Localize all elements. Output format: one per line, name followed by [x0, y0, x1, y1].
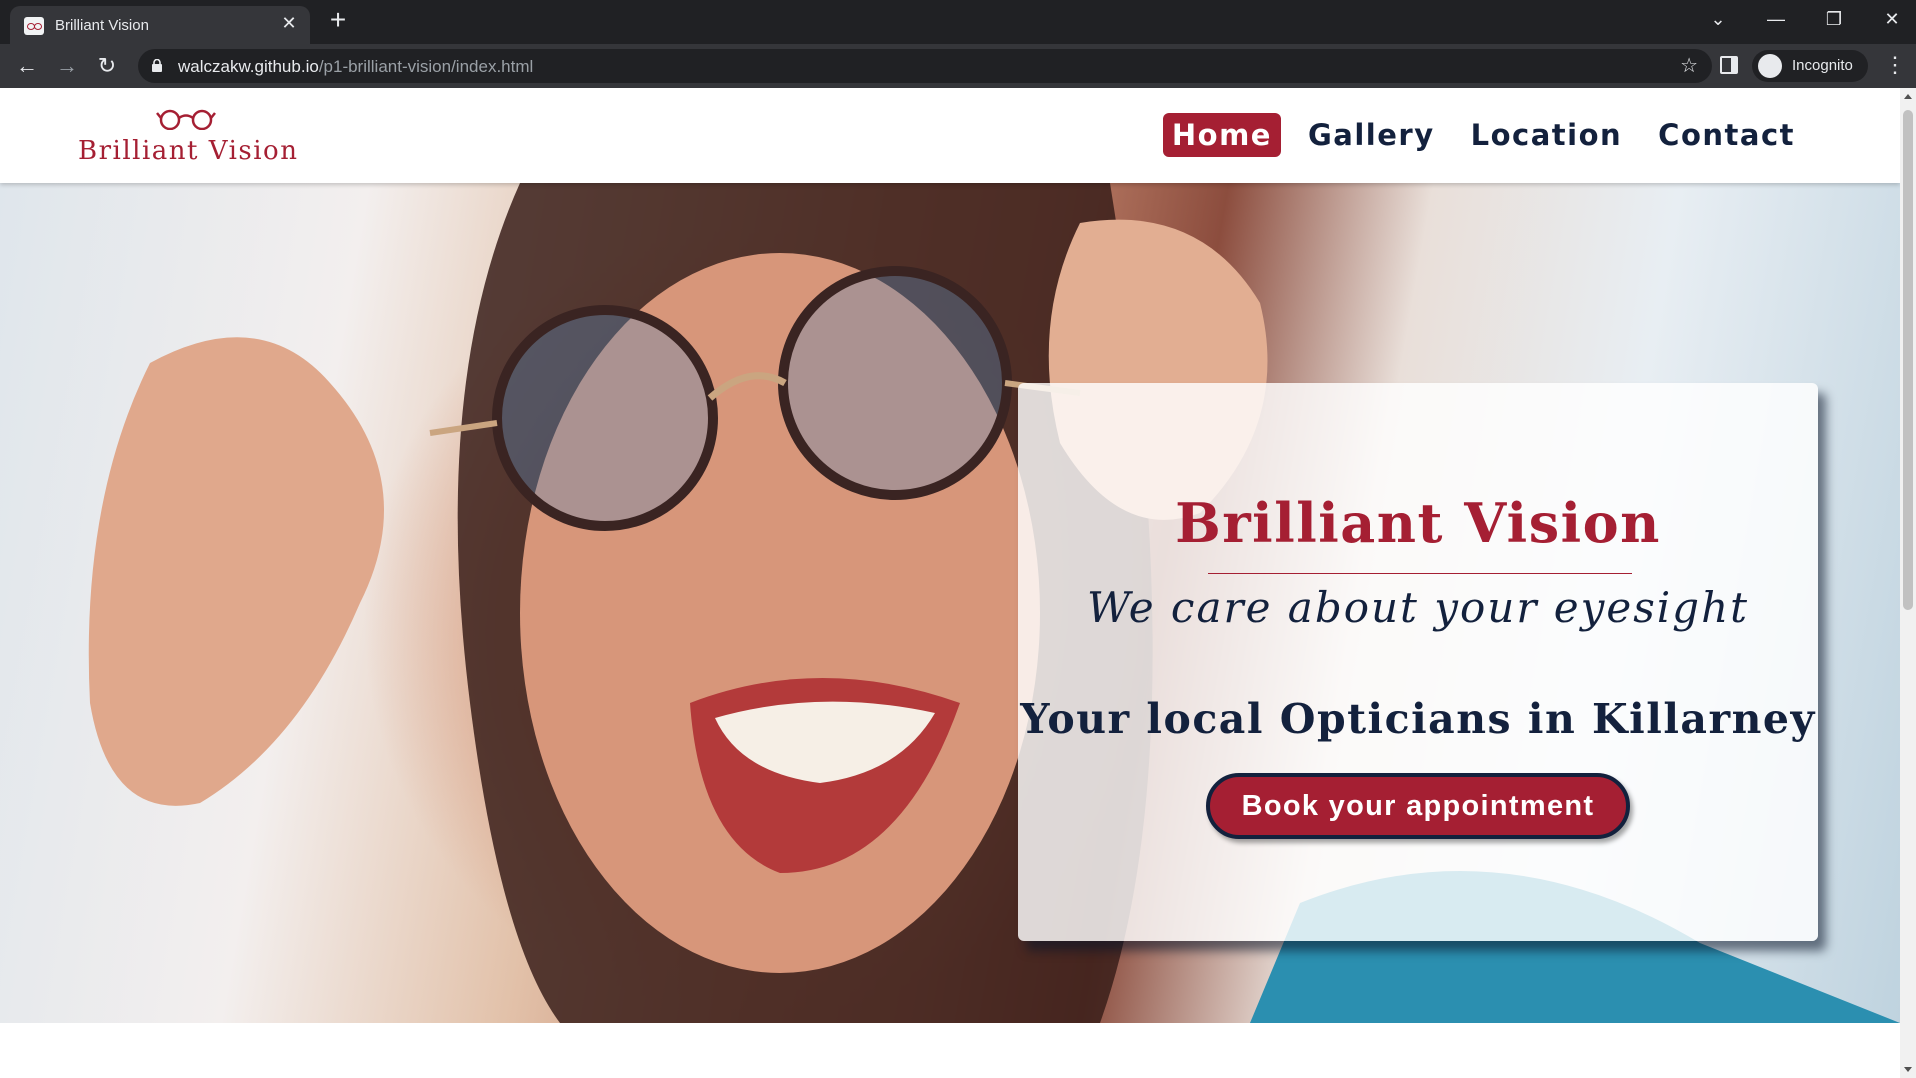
scrollbar-thumb[interactable] [1903, 110, 1913, 610]
nav-location[interactable]: Location [1462, 113, 1632, 157]
restore-icon[interactable]: ❐ [1816, 4, 1852, 34]
incognito-profile-button[interactable]: Incognito [1752, 50, 1868, 82]
glasses-logo-icon [156, 109, 216, 130]
lock-icon [152, 59, 162, 72]
minimize-icon[interactable]: — [1758, 4, 1794, 34]
glasses-favicon-icon [24, 17, 44, 35]
nav-contact[interactable]: Contact [1649, 113, 1804, 157]
incognito-label: Incognito [1792, 57, 1853, 74]
logo-text: Brilliant Vision [78, 136, 299, 166]
address-bar[interactable]: walczakw.github.io/p1-brilliant-vision/i… [138, 49, 1712, 83]
bookmark-star-icon[interactable]: ☆ [1680, 53, 1698, 78]
new-tab-icon[interactable]: + [324, 6, 352, 35]
side-panel-icon[interactable] [1720, 56, 1738, 74]
incognito-icon [1758, 54, 1782, 78]
url-text: walczakw.github.io/p1-brilliant-vision/i… [178, 57, 534, 76]
title-divider [1208, 573, 1632, 574]
tab-title: Brilliant Vision [55, 17, 149, 34]
reload-icon[interactable]: ↻ [92, 51, 122, 81]
forward-arrow-icon[interactable]: → [52, 51, 82, 81]
scroll-up-arrow-icon[interactable] [1904, 94, 1912, 99]
nav-home[interactable]: Home [1162, 113, 1281, 157]
browser-tab[interactable]: Brilliant Vision ✕ [10, 6, 310, 44]
browser-tab-strip: Brilliant Vision ✕ + ⌄ — ❐ ✕ [0, 0, 1916, 44]
page-viewport: Brilliant Vision Home Gallery Location C… [0, 88, 1900, 1078]
hero-card: Brilliant Vision We care about your eyes… [1018, 383, 1818, 941]
scroll-down-arrow-icon[interactable] [1904, 1067, 1912, 1072]
hero-subtitle: Your local Opticians in Killarney [1020, 695, 1816, 743]
hero-title: Brilliant Vision [1175, 491, 1661, 555]
close-window-icon[interactable]: ✕ [1874, 4, 1910, 34]
site-header: Brilliant Vision Home Gallery Location C… [0, 88, 1900, 183]
close-tab-icon[interactable]: ✕ [278, 12, 300, 34]
back-arrow-icon[interactable]: ← [12, 51, 42, 81]
hero-section: Brilliant Vision We care about your eyes… [0, 183, 1900, 1023]
hero-tagline: We care about your eyesight [1086, 583, 1749, 632]
browser-toolbar: ← → ↻ walczakw.github.io/p1-brilliant-vi… [0, 44, 1916, 88]
main-nav: Home Gallery Location Contact [1162, 113, 1804, 157]
browser-menu-icon[interactable]: ⋮ [1884, 52, 1906, 80]
tab-search-chevron-icon[interactable]: ⌄ [1700, 4, 1736, 34]
book-appointment-button[interactable]: Book your appointment [1206, 773, 1630, 839]
page-scrollbar[interactable] [1900, 88, 1916, 1078]
nav-gallery[interactable]: Gallery [1299, 113, 1444, 157]
site-logo[interactable]: Brilliant Vision [78, 106, 298, 176]
